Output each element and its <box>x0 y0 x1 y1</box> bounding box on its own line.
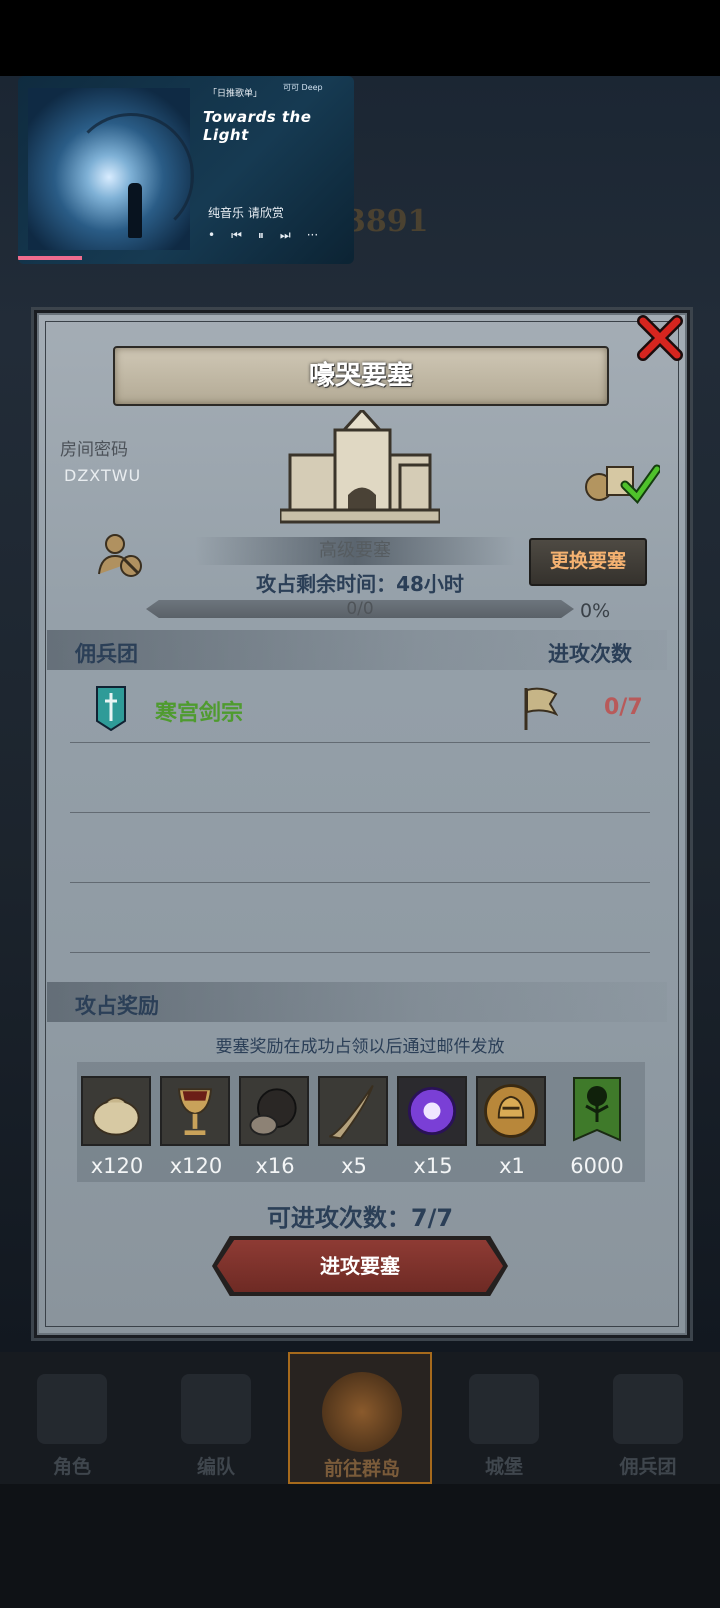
nav-label: 城堡 <box>484 1456 523 1478</box>
dialog-title: 嚎哭要塞 <box>113 346 609 406</box>
previous-icon[interactable]: ⏮ <box>231 228 242 243</box>
mercenary-header: 佣兵团 <box>75 642 138 666</box>
music-title: Towards the Light <box>203 108 312 144</box>
reward-item[interactable]: x1 <box>476 1076 548 1178</box>
nav-item-character[interactable]: 角色 <box>0 1352 144 1484</box>
nav-label: 编队 <box>196 1456 235 1478</box>
capture-progress-bar: 0/0 <box>146 600 574 618</box>
truffle-icon <box>239 1076 309 1146</box>
music-controls: • ⏮ ⏸ ⏭ ··· <box>208 228 318 243</box>
attack-fortress-button[interactable]: 进攻要塞 <box>217 1240 503 1292</box>
music-progress-bar <box>18 256 82 260</box>
download-icon[interactable]: • <box>208 228 215 243</box>
tree-banner-icon <box>573 1077 621 1142</box>
music-widget[interactable]: 「日推歌单」 可可 Deep Towards the Light 纯音乐 请欣赏… <box>18 76 354 264</box>
music-subtitle: 纯音乐 请欣赏 <box>208 206 284 220</box>
reward-qty: 6000 <box>570 1154 624 1178</box>
next-icon[interactable]: ⏭ <box>280 228 291 243</box>
background-number: 3891 <box>345 204 429 239</box>
reward-qty: x16 <box>255 1154 295 1178</box>
knight-icon <box>37 1374 107 1444</box>
fortress-level: 高级要塞 <box>195 537 515 565</box>
flag-icon <box>524 687 558 730</box>
reward-item[interactable]: x5 <box>318 1076 390 1178</box>
reward-qty: x120 <box>90 1154 144 1178</box>
nav-item-mercenary[interactable]: 佣兵团 <box>576 1352 720 1484</box>
nav-item-islands[interactable]: 前往群岛 <box>288 1352 432 1484</box>
row-divider <box>70 952 650 953</box>
reward-qty: x5 <box>341 1154 367 1178</box>
mercenary-attack-count: 0/7 <box>604 695 643 720</box>
castle-nav-icon <box>469 1374 539 1444</box>
reward-note: 要塞奖励在成功占领以后通过邮件发放 <box>215 1037 505 1057</box>
horn-icon <box>318 1076 388 1146</box>
nav-label: 佣兵团 <box>619 1456 677 1478</box>
reward-item[interactable]: 6000 <box>562 1076 632 1178</box>
reward-item[interactable]: x16 <box>239 1076 311 1178</box>
bottom-area <box>0 1484 720 1608</box>
reward-header: 攻占奖励 <box>75 994 159 1018</box>
mercenary-nav-icon <box>613 1374 683 1444</box>
reward-item[interactable]: x120 <box>81 1076 153 1178</box>
reward-item[interactable]: x15 <box>397 1076 469 1178</box>
helmet-medal-icon <box>476 1076 546 1146</box>
coin-sack-icon <box>81 1076 151 1146</box>
pause-icon[interactable]: ⏸ <box>258 228 264 243</box>
more-icon[interactable]: ··· <box>307 228 318 243</box>
reward-item[interactable]: x120 <box>160 1076 232 1178</box>
available-attacks: 可进攻次数：7/7 <box>266 1204 454 1232</box>
purple-crystal-icon <box>397 1076 467 1146</box>
cover-figure-shape <box>128 183 142 238</box>
reward-qty: x1 <box>499 1154 525 1178</box>
music-brand: 可可 Deep <box>283 83 323 92</box>
reward-check-icon[interactable] <box>585 455 660 505</box>
goblet-icon <box>160 1076 230 1146</box>
room-code-value[interactable]: DZXTWU <box>64 466 141 485</box>
compass-icon <box>322 1372 402 1452</box>
capture-progress-percent: 0% <box>580 600 611 622</box>
status-area <box>0 0 720 76</box>
room-code-label: 房间密码 <box>60 440 128 460</box>
row-divider <box>70 812 650 813</box>
row-divider <box>70 742 650 743</box>
attack-count-header: 进攻次数 <box>548 642 632 666</box>
sword-shield-icon <box>96 686 126 731</box>
album-cover <box>28 88 194 250</box>
helmet-icon <box>181 1374 251 1444</box>
nav-item-castle[interactable]: 城堡 <box>432 1352 576 1484</box>
reward-qty: x15 <box>413 1154 453 1178</box>
reward-qty: x120 <box>169 1154 223 1178</box>
time-remaining: 攻占剩余时间：48小时 <box>256 572 464 596</box>
mercenary-name[interactable]: 寒宫剑宗 <box>155 695 243 727</box>
row-divider <box>70 882 650 883</box>
nav-label: 角色 <box>52 1456 91 1478</box>
close-icon[interactable] <box>635 313 685 363</box>
nav-item-formation[interactable]: 编队 <box>144 1352 288 1484</box>
music-tag: 「日推歌单」 <box>208 89 263 99</box>
castle-icon <box>280 410 440 524</box>
nav-label: 前往群岛 <box>323 1458 400 1480</box>
